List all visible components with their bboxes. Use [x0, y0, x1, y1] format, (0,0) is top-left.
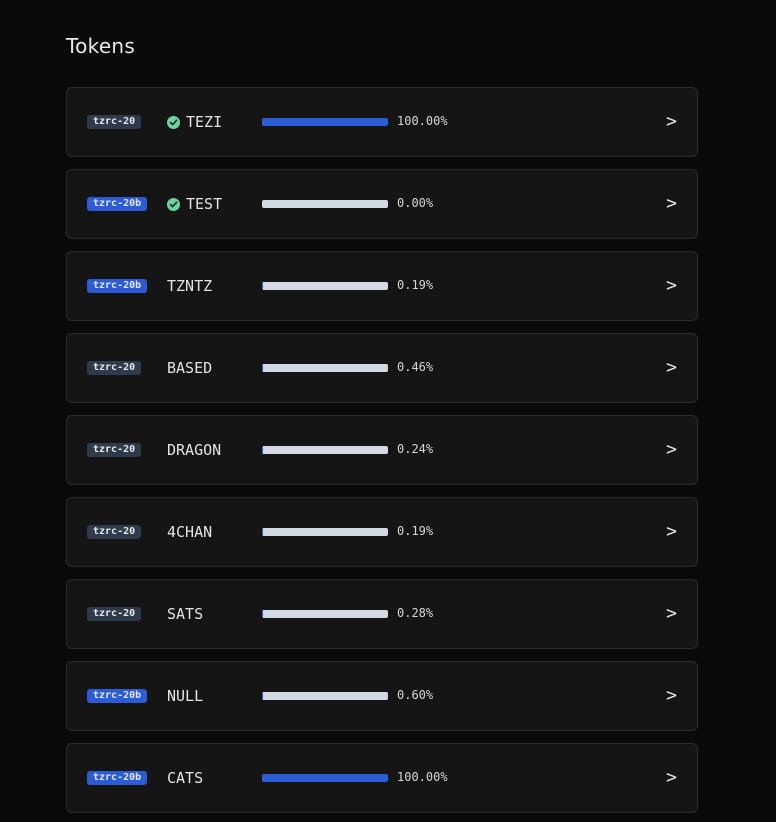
mint-progress-fill [262, 692, 263, 700]
token-row-dragon[interactable]: tzrc-20 DRAGON 0.24% > [66, 415, 698, 485]
mint-progress-bar [262, 446, 388, 454]
token-type-badge: tzrc-20b [87, 197, 148, 211]
token-row-test[interactable]: tzrc-20b TEST 0.00% > [66, 169, 698, 239]
page-title: Tokens [66, 34, 136, 58]
token-name: 4CHAN [167, 522, 212, 542]
token-type-badge: tzrc-20 [87, 607, 142, 621]
token-name-label: DRAGON [167, 441, 222, 459]
mint-percent: 0.28% [397, 606, 434, 620]
token-name: SATS [167, 604, 203, 624]
token-name-label: 4CHAN [167, 523, 213, 541]
verified-check-icon [167, 197, 180, 211]
mint-percent: 0.19% [397, 524, 434, 538]
token-name-label: TZNTZ [167, 277, 213, 295]
mint-progress-fill [262, 774, 388, 782]
token-row-sats[interactable]: tzrc-20 SATS 0.28% > [66, 579, 698, 649]
token-name-label: BASED [167, 359, 213, 377]
mint-progress-fill [262, 364, 263, 372]
chevron-right-icon[interactable]: > [666, 603, 677, 624]
mint-progress-bar [262, 118, 388, 126]
token-list: tzrc-20 TEZI 100.00% > tzrc-20b TEST 0.00% > tzr… [66, 87, 698, 822]
mint-percent: 0.00% [397, 196, 434, 210]
mint-progress-bar [262, 528, 388, 536]
verified-check-icon [167, 115, 180, 129]
token-row-tzntz[interactable]: tzrc-20b TZNTZ 0.19% > [66, 251, 698, 321]
token-name-label: TEZI [186, 113, 223, 131]
mint-percent: 0.24% [397, 442, 434, 456]
chevron-right-icon[interactable]: > [666, 357, 677, 378]
token-name: TEZI [167, 112, 222, 132]
mint-progress-bar [262, 774, 388, 782]
chevron-right-icon[interactable]: > [666, 193, 677, 214]
token-type-badge: tzrc-20 [87, 443, 142, 457]
mint-percent: 0.19% [397, 278, 434, 292]
mint-percent: 0.60% [397, 688, 434, 702]
mint-progress-bar [262, 282, 388, 290]
token-row-4chan[interactable]: tzrc-20 4CHAN 0.19% > [66, 497, 698, 567]
chevron-right-icon[interactable]: > [666, 685, 677, 706]
token-name: DRAGON [167, 440, 221, 460]
token-name-label: TEST [186, 195, 223, 213]
token-type-badge: tzrc-20b [87, 279, 148, 293]
token-type-badge: tzrc-20b [87, 689, 148, 703]
token-row-cats[interactable]: tzrc-20b CATS 100.00% > [66, 743, 698, 813]
chevron-right-icon[interactable]: > [666, 439, 677, 460]
mint-progress-fill [262, 118, 388, 126]
tokens-page: Tokens tzrc-20 TEZI 100.00% > tzrc-20b TEST 0.… [0, 0, 776, 822]
token-type-badge: tzrc-20 [87, 115, 142, 129]
mint-progress-bar [262, 364, 388, 372]
token-name-label: CATS [167, 769, 204, 787]
token-name: NULL [167, 686, 203, 706]
chevron-right-icon[interactable]: > [666, 767, 677, 788]
token-name-label: SATS [167, 605, 204, 623]
chevron-right-icon[interactable]: > [666, 521, 677, 542]
token-row-based[interactable]: tzrc-20 BASED 0.46% > [66, 333, 698, 403]
token-type-badge: tzrc-20 [87, 525, 142, 539]
chevron-right-icon[interactable]: > [666, 275, 677, 296]
chevron-right-icon[interactable]: > [666, 111, 677, 132]
mint-progress-bar [262, 610, 388, 618]
mint-percent: 100.00% [397, 114, 448, 128]
token-name: BASED [167, 358, 212, 378]
mint-progress-bar [262, 200, 388, 208]
token-type-badge: tzrc-20b [87, 771, 148, 785]
token-name: TZNTZ [167, 276, 212, 296]
token-row-null[interactable]: tzrc-20b NULL 0.60% > [66, 661, 698, 731]
token-name-label: NULL [167, 687, 204, 705]
mint-percent: 100.00% [397, 770, 448, 784]
token-type-badge: tzrc-20 [87, 361, 142, 375]
token-name: TEST [167, 194, 222, 214]
token-name: CATS [167, 768, 203, 788]
token-row-tezi[interactable]: tzrc-20 TEZI 100.00% > [66, 87, 698, 157]
mint-progress-bar [262, 692, 388, 700]
mint-percent: 0.46% [397, 360, 434, 374]
